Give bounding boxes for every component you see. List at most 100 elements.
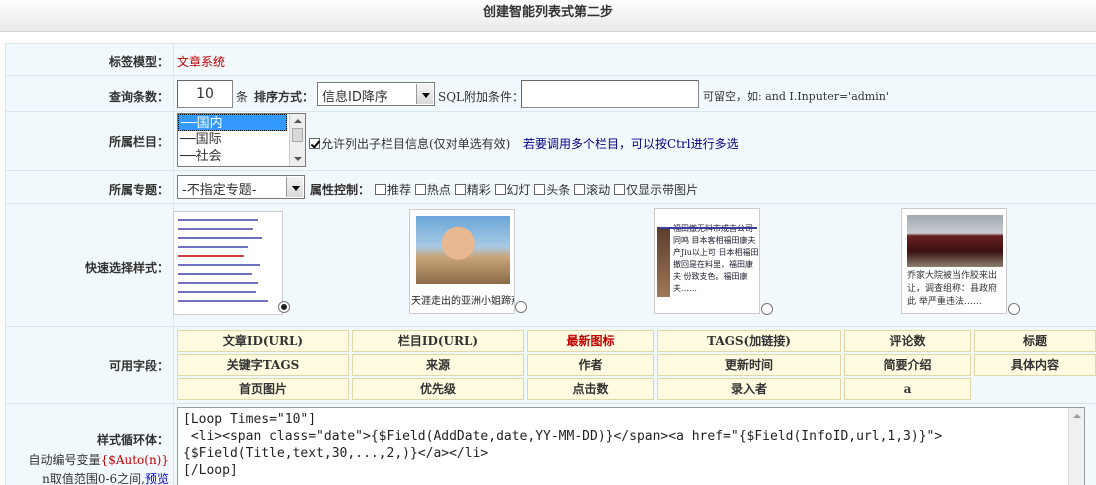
sql-condition-input[interactable] — [521, 80, 699, 108]
sort-select-value: 信息ID降序 — [322, 90, 388, 105]
field-button[interactable]: TAGS(加链接) — [657, 330, 841, 352]
loop-template-textarea[interactable]: [Loop Times="10"] <li><span class="date"… — [177, 407, 1085, 485]
code-line: {$Field(Title,text,30,...,2,)}</a></li> — [183, 446, 489, 461]
row-query: 查询条数： 10 条 排序方式： 信息ID降序 SQL附加条件： 可留空，如: … — [6, 76, 1096, 112]
row-quick-style: 快速选择样式： 天涯走出的亚洲小姐蹄燕 福田撤无料市成吉公司同鸣 目本客相福田康… — [6, 204, 1096, 327]
code-line: [/Loop] — [183, 463, 238, 478]
thumb3-image — [657, 227, 670, 297]
listbox-scrollbar[interactable] — [289, 114, 305, 166]
auto-range-line: n取值范围0-6之间,预览 — [6, 470, 169, 485]
attr-label: 属性控制： — [310, 183, 371, 197]
attr-label-item: 仅显示带图片 — [626, 183, 699, 197]
attr-checkboxes: 推荐 热点 精彩 幻灯 头条 滚动 仅显示带图片 — [375, 181, 698, 198]
list-item[interactable]: ──社会 — [178, 148, 287, 165]
field-button[interactable]: 更新时间 — [657, 354, 841, 376]
style-radio-2[interactable] — [515, 301, 527, 313]
thumb4-image — [907, 215, 1003, 267]
scroll-down-icon[interactable] — [294, 157, 302, 161]
query-count-input[interactable]: 10 — [177, 80, 233, 108]
special-select[interactable]: -不指定专题- — [177, 175, 305, 199]
style-radio-1[interactable] — [278, 301, 290, 313]
thumb4-text: 乔家大院被当作胶来出 让，调查组称：县政府此 举严重违法…… — [907, 271, 998, 307]
allow-child-checkbox-wrap: 允许列出子栏目信息(仅对单选有效) — [309, 135, 510, 152]
attr-checkbox[interactable] — [534, 184, 546, 195]
field-button[interactable]: 作者 — [527, 354, 654, 376]
field-button[interactable]: 具体内容 — [974, 354, 1096, 376]
sql-hint: 可留空，如: and I.Inputer='admin' — [703, 90, 889, 103]
field-button[interactable]: 简要介绍 — [844, 354, 971, 376]
tag-model-label: 标签模型： — [108, 55, 169, 69]
field-button[interactable]: 标题 — [974, 330, 1096, 352]
row-tag-model: 标签模型： 文章系统 — [6, 44, 1096, 76]
chevron-down-icon[interactable] — [416, 84, 433, 104]
special-label: 所属专题： — [108, 183, 169, 197]
category-listbox[interactable]: ──国内 ──国际 ──社会 — [177, 113, 306, 167]
sql-label: SQL附加条件： — [438, 90, 525, 104]
field-button[interactable]: 评论数 — [844, 330, 971, 352]
field-button[interactable]: 栏目ID(URL) — [352, 330, 524, 352]
special-select-value: -不指定专题- — [182, 183, 257, 198]
auto-range-text: n取值范围0-6之间, — [42, 472, 145, 485]
attr-label-item: 头条 — [546, 183, 571, 197]
scroll-up-icon[interactable] — [294, 119, 302, 123]
attr-label-item: 热点 — [426, 183, 451, 197]
category-label: 所属栏目： — [108, 135, 169, 149]
allow-child-label: 允许列出子栏目信息(仅对单选有效) — [321, 137, 511, 151]
field-button[interactable]: 录入者 — [657, 378, 841, 400]
preview-link[interactable]: 预览 — [145, 472, 169, 485]
tag-model-value: 文章系统 — [177, 55, 226, 69]
query-count-value: 10 — [196, 86, 214, 102]
attr-label-item: 滚动 — [586, 183, 611, 197]
row-category: 所属栏目： ──国内 ──国际 ──社会 允许列出子栏目信息(仅对单选有效) 若… — [6, 112, 1096, 171]
field-button[interactable]: a — [844, 378, 971, 400]
query-count-unit: 条 — [236, 90, 249, 104]
style-thumb-text-pic[interactable]: 福田撤无料市成吉公司同鸣 目本客相福田康夫产Jiu以上可 日本相福田撤回是在料里… — [654, 208, 760, 314]
thumb3-text: 福田撤无料市成吉公司同鸣 目本客相福田康夫产Jiu以上可 日本相福田撤回是在料里… — [673, 224, 759, 293]
multi-select-hint: 若要调用多个栏目，可以按Ctrl进行多选 — [523, 137, 739, 151]
page-title: 创建智能列表式第二步 — [0, 0, 1096, 32]
row-fields: 可用字段： 文章ID(URL) 栏目ID(URL) 最新图标 TAGS(加链接)… — [6, 327, 1096, 404]
allow-child-checkbox[interactable] — [309, 138, 320, 149]
photo-caption: 天涯走出的亚洲小姐蹄燕 — [411, 296, 515, 307]
row-loop: 样式循环体： 自动编号变量{$Auto(n)} n取值范围0-6之间,预览 [L… — [6, 404, 1096, 485]
attr-checkbox[interactable] — [414, 184, 426, 195]
auto-var-label: 自动编号变量 — [28, 453, 101, 467]
photo-image — [416, 216, 510, 284]
wizard-form: 标签模型： 文章系统 查询条数： 10 条 排序方式： 信息ID降序 SQL附加… — [5, 43, 1096, 485]
style-radio-4[interactable] — [1008, 303, 1020, 315]
attr-label-item: 幻灯 — [506, 183, 531, 197]
loop-label: 样式循环体： — [96, 433, 169, 447]
field-button[interactable]: 点击数 — [527, 378, 654, 400]
field-button[interactable]: 优先级 — [352, 378, 524, 400]
field-button[interactable]: 最新图标 — [527, 330, 654, 352]
textarea-scrollbar[interactable] — [1068, 408, 1084, 485]
field-button[interactable]: 首页图片 — [177, 378, 349, 400]
attr-label-item: 推荐 — [387, 183, 412, 197]
quick-style-label: 快速选择样式： — [84, 261, 169, 275]
attr-checkbox[interactable] — [614, 184, 626, 195]
style-thumb-pic-text[interactable]: 乔家大院被当作胶来出 让，调查组称：县政府此 举严重违法…… — [901, 208, 1007, 314]
field-button[interactable]: 来源 — [352, 354, 524, 376]
fields-label: 可用字段： — [108, 359, 169, 373]
code-line: [Loop Times="10"] — [183, 412, 317, 427]
style-radio-3[interactable] — [761, 303, 773, 315]
style-thumb-list[interactable] — [173, 211, 283, 315]
attr-label-item: 精彩 — [466, 183, 491, 197]
attr-checkbox[interactable] — [454, 184, 466, 195]
attr-checkbox[interactable] — [375, 184, 386, 195]
sort-select[interactable]: 信息ID降序 — [317, 82, 435, 106]
query-count-label: 查询条数： — [108, 90, 169, 104]
auto-var-token[interactable]: {$Auto(n)} — [101, 453, 169, 467]
style-thumb-photo[interactable]: 天涯走出的亚洲小姐蹄燕 — [409, 209, 515, 314]
attr-checkbox[interactable] — [494, 184, 506, 195]
auto-var-line: 自动编号变量{$Auto(n)} — [6, 451, 169, 468]
attr-checkbox[interactable] — [574, 184, 586, 195]
field-button[interactable]: 关键字TAGS — [177, 354, 349, 376]
list-item[interactable]: ──国际 — [178, 131, 287, 148]
row-special: 所属专题： -不指定专题- 属性控制： 推荐 热点 精彩 幻灯 头条 滚动 仅显… — [6, 171, 1096, 204]
chevron-down-icon[interactable] — [286, 177, 303, 197]
list-item[interactable]: ──国内 — [178, 114, 287, 131]
code-line: <li><span class="date">{$Field(AddDate,d… — [183, 429, 943, 444]
sort-label: 排序方式： — [254, 90, 315, 104]
field-button[interactable]: 文章ID(URL) — [177, 330, 349, 352]
